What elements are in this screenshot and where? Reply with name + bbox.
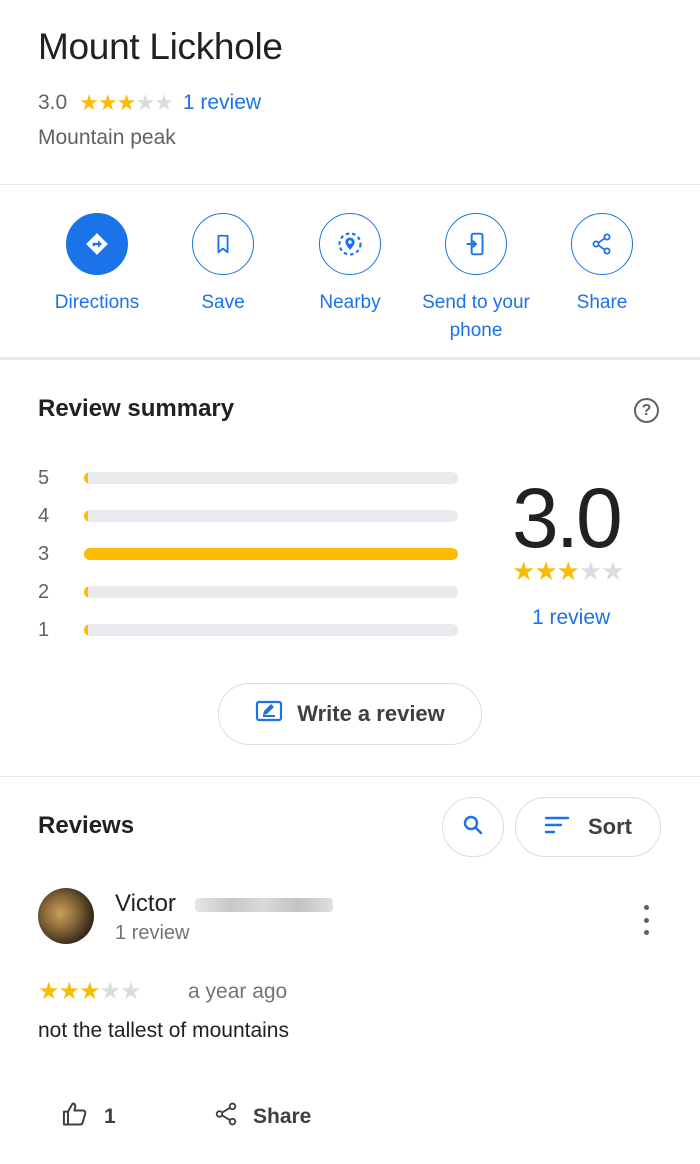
divider bbox=[0, 357, 700, 360]
save-button[interactable]: Save bbox=[160, 213, 286, 317]
rating-bar-fill bbox=[84, 548, 458, 560]
place-category: Mountain peak bbox=[38, 126, 176, 149]
write-review-icon bbox=[255, 699, 283, 730]
like-count: 1 bbox=[104, 1104, 116, 1128]
summary-review-count-link[interactable]: 1 review bbox=[532, 606, 610, 630]
reviewer-review-count: 1 review bbox=[115, 922, 190, 944]
save-label: Save bbox=[201, 292, 245, 313]
star-filled-icon: ★ bbox=[79, 978, 100, 1005]
help-icon[interactable]: ? bbox=[634, 398, 659, 423]
rating-bar-row: 2 bbox=[38, 581, 458, 603]
star-empty-icon: ★ bbox=[601, 556, 624, 586]
nearby-label: Nearby bbox=[319, 292, 381, 313]
star-filled-icon: ★ bbox=[512, 556, 535, 586]
send-to-phone-button[interactable]: Send to your phone bbox=[413, 213, 539, 345]
rating-bar-label: 3 bbox=[38, 542, 50, 565]
star-empty-icon: ★ bbox=[99, 978, 121, 1005]
rating-bar-track bbox=[84, 510, 458, 522]
search-reviews-button[interactable] bbox=[442, 797, 504, 857]
star-empty-icon: ★ bbox=[120, 978, 141, 1005]
rating-stars: ★★★★★ bbox=[79, 90, 174, 116]
rating-bar-track bbox=[84, 586, 458, 598]
directions-label: Directions bbox=[54, 292, 140, 313]
star-empty-icon: ★ bbox=[578, 556, 602, 586]
rating-bar-track bbox=[84, 548, 458, 560]
rating-bar-track bbox=[84, 624, 458, 636]
rating-line: 3.0 ★★★★★ 1 review bbox=[38, 90, 261, 116]
star-filled-icon: ★ bbox=[97, 90, 118, 115]
divider bbox=[0, 184, 700, 185]
rating-bar-row: 5 bbox=[38, 467, 458, 489]
like-button[interactable]: 1 bbox=[60, 1100, 116, 1133]
place-title: Mount Lickhole bbox=[38, 26, 283, 67]
nearby-icon bbox=[319, 213, 381, 275]
rating-bar-label: 5 bbox=[38, 466, 50, 489]
search-icon bbox=[461, 813, 485, 842]
rating-bar-track bbox=[84, 472, 458, 484]
sort-icon bbox=[544, 815, 570, 840]
share-icon bbox=[213, 1100, 239, 1133]
share-label: Share bbox=[576, 292, 628, 313]
star-filled-icon: ★ bbox=[116, 90, 137, 115]
rating-bar-label: 2 bbox=[38, 580, 50, 603]
rating-bar-row: 4 bbox=[38, 505, 458, 527]
write-review-button[interactable]: Write a review bbox=[218, 683, 482, 745]
bookmark-icon bbox=[192, 213, 254, 275]
reviewer-name[interactable]: Victor bbox=[115, 890, 176, 918]
rating-bar-label: 4 bbox=[38, 504, 50, 527]
directions-button[interactable]: Directions bbox=[34, 213, 160, 317]
share-icon bbox=[571, 213, 633, 275]
reviews-title: Reviews bbox=[38, 812, 135, 839]
redacted-surname bbox=[195, 898, 333, 912]
review-share-label: Share bbox=[253, 1104, 312, 1128]
star-filled-icon: ★ bbox=[556, 556, 580, 586]
nearby-button[interactable]: Nearby bbox=[287, 213, 413, 317]
star-filled-icon: ★ bbox=[38, 978, 59, 1005]
average-stars: ★★★★★ bbox=[512, 556, 625, 587]
write-review-label: Write a review bbox=[297, 701, 445, 726]
star-filled-icon: ★ bbox=[58, 978, 80, 1005]
star-filled-icon: ★ bbox=[534, 556, 557, 586]
more-options-icon[interactable] bbox=[636, 905, 656, 935]
send-to-phone-icon bbox=[445, 213, 507, 275]
average-score: 3.0 bbox=[512, 471, 623, 565]
review-count-link[interactable]: 1 review bbox=[183, 91, 261, 115]
review-stars: ★★★★★ bbox=[38, 978, 142, 1006]
review-summary-title: Review summary bbox=[38, 395, 235, 422]
divider bbox=[0, 776, 700, 777]
directions-icon bbox=[66, 213, 128, 275]
star-empty-icon: ★ bbox=[154, 90, 174, 115]
rating-bar-row: 1 bbox=[38, 619, 458, 641]
sort-button[interactable]: Sort bbox=[515, 797, 661, 857]
review-share-button[interactable]: Share bbox=[213, 1100, 311, 1133]
star-empty-icon: ★ bbox=[135, 90, 155, 115]
avatar[interactable] bbox=[38, 888, 94, 944]
sort-label: Sort bbox=[588, 814, 632, 839]
star-filled-icon: ★ bbox=[79, 90, 99, 115]
share-button[interactable]: Share bbox=[539, 213, 665, 317]
rating-bar-label: 1 bbox=[38, 618, 50, 641]
rating-value: 3.0 bbox=[38, 91, 68, 114]
thumbs-up-icon bbox=[60, 1100, 90, 1133]
send-to-phone-label: Send to your phone bbox=[422, 292, 530, 341]
review-text: not the tallest of mountains bbox=[38, 1019, 289, 1042]
rating-bar-row: 3 bbox=[38, 543, 458, 565]
review-time: a year ago bbox=[188, 980, 288, 1003]
